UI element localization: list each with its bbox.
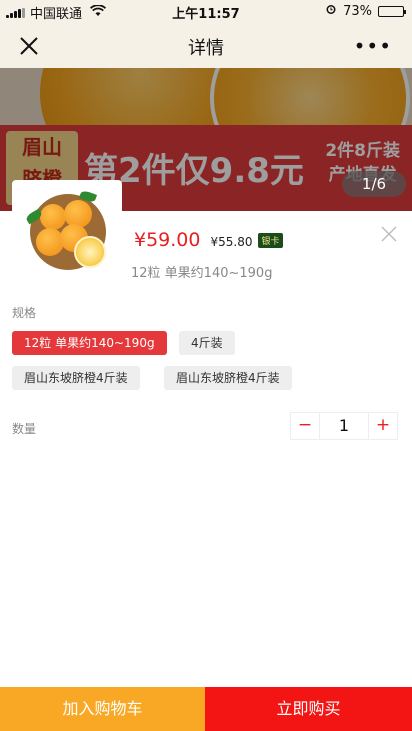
spec-option[interactable]: 眉山东坡脐橙4斤装 [12, 366, 140, 390]
increase-button[interactable]: + [369, 412, 397, 440]
page-counter: 1/6 [342, 171, 406, 197]
price: ¥59.00 [134, 229, 201, 251]
spec-option[interactable]: 眉山东坡脐橙4斤装 [164, 366, 292, 390]
member-badge: 银卡 [258, 233, 283, 248]
spec-label: 规格 [12, 306, 37, 320]
battery-icon [378, 5, 406, 17]
spec-option[interactable]: 12粒 单果约140~190g [12, 331, 167, 355]
bottom-action-bar: 加入购物车 立即购买 [0, 687, 412, 731]
orange-slice-image [74, 236, 106, 268]
quantity-value[interactable]: 1 [319, 412, 369, 440]
status-bar: 中国联通 上午11:57 73% [0, 0, 412, 22]
buy-now-button[interactable]: 立即购买 [205, 687, 412, 731]
alarm-icon [325, 3, 337, 19]
status-right: 73% [325, 3, 406, 19]
decrease-button[interactable]: − [291, 412, 319, 440]
quantity-label: 数量 [12, 422, 37, 436]
price-row: ¥59.00 ¥55.80 银卡 [134, 229, 283, 251]
selected-spec: 12粒 单果约140~190g [131, 266, 273, 281]
page-title: 详情 [188, 38, 224, 59]
add-to-cart-button[interactable]: 加入购物车 [0, 687, 205, 731]
product-thumbnail [12, 180, 122, 290]
quantity-stepper: − 1 + [290, 412, 398, 440]
nav-bar: 详情 ••• [0, 22, 412, 68]
sku-sheet: ¥59.00 ¥55.80 银卡 12粒 单果约140~190g 规格 12粒 … [0, 180, 412, 687]
battery-percent: 73% [343, 3, 372, 19]
member-price: ¥55.80 [210, 235, 253, 249]
more-options-button[interactable]: ••• [354, 34, 392, 58]
spec-option[interactable]: 4斤装 [179, 331, 235, 355]
close-sheet-icon[interactable] [380, 225, 398, 243]
